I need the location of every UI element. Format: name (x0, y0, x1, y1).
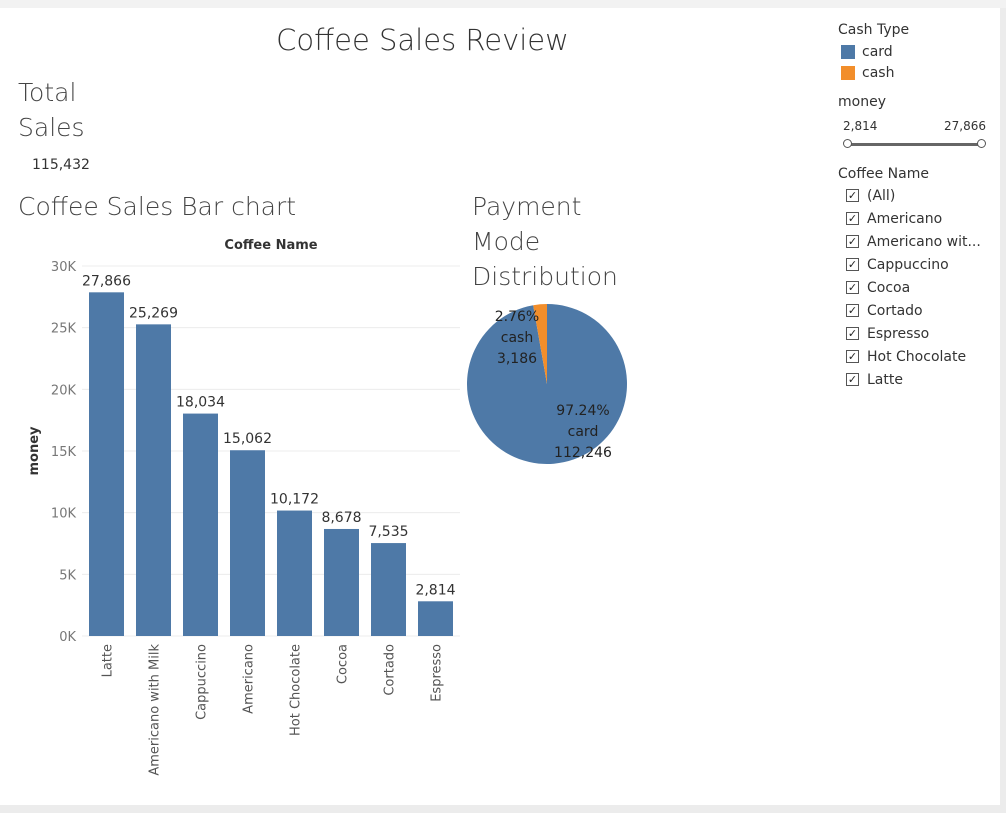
checkbox-icon[interactable]: ✓ (846, 212, 859, 225)
bar-value-label: 8,678 (321, 510, 361, 526)
y-tick-label: 15K (51, 445, 77, 460)
dashboard-title: Coffee Sales Review (276, 23, 569, 57)
money-slider-track[interactable] (838, 138, 988, 150)
money-filter-title: money (838, 94, 886, 110)
filter-item[interactable]: ✓ (All) (838, 184, 998, 207)
x-tick-label: Cortado (383, 644, 398, 696)
bar-value-label: 18,034 (176, 395, 225, 411)
checkbox-icon[interactable]: ✓ (846, 327, 859, 340)
money-max-label: 27,866 (944, 119, 986, 133)
filter-item-label: Cappuccino (867, 256, 949, 273)
x-tick-label: Latte (101, 644, 116, 677)
coffee-name-filter: Coffee Name ✓ (All) ✓ Americano ✓ Americano w… (838, 166, 998, 391)
pie-label-card: 97.24% (556, 403, 609, 419)
bar-value-label: 15,062 (223, 431, 272, 447)
bar-value-label: 25,269 (129, 305, 178, 321)
y-axis-title: money (27, 426, 42, 476)
x-tick-label: Espresso (430, 644, 445, 702)
bar-value-label: 10,172 (270, 492, 319, 508)
legend-swatch-cash (841, 65, 855, 80)
money-slider-line (844, 143, 982, 146)
bar[interactable] (324, 528, 359, 636)
y-tick-label: 25K (51, 322, 77, 337)
cash-type-legend: Cash Type card cash (838, 22, 998, 83)
pie-label-card: 112,246 (554, 445, 612, 461)
pie-label-card: card (568, 424, 599, 440)
checkbox-icon[interactable]: ✓ (846, 350, 859, 363)
filter-item-label: Americano (867, 210, 943, 227)
pie-label-cash: 2.76% (495, 309, 539, 325)
total-sales-value: 115,432 (32, 157, 90, 173)
x-tick-label: Americano with Milk (148, 644, 163, 776)
filter-item[interactable]: ✓ Hot Chocolate (838, 345, 998, 368)
checkbox-icon[interactable]: ✓ (846, 235, 859, 248)
pie-heading-line: Distribution (472, 262, 618, 291)
money-range-filter: money 2,814 27,866 (838, 94, 988, 150)
bar-value-label: 27,866 (82, 273, 131, 289)
bar[interactable] (136, 324, 171, 636)
legend-label: card (862, 43, 893, 60)
money-min-label: 2,814 (843, 119, 878, 133)
pie-chart[interactable]: 2.76% cash 3,186 97.24% card 112,246 (462, 296, 642, 476)
bar-value-label: 2,814 (415, 582, 455, 598)
bar[interactable] (418, 601, 453, 636)
coffee-filter-list: ✓ (All) ✓ Americano ✓ Americano wit... ✓ Cappuc… (838, 184, 998, 391)
checkbox-icon[interactable]: ✓ (846, 373, 859, 386)
filter-item[interactable]: ✓ Cappuccino (838, 253, 998, 276)
legend-item-card[interactable]: card (838, 41, 998, 62)
filter-item-label: Latte (867, 371, 903, 388)
checkbox-icon[interactable]: ✓ (846, 258, 859, 271)
filter-item[interactable]: ✓ Cocoa (838, 276, 998, 299)
y-tick-label: 10K (51, 507, 77, 522)
total-sales-heading: Total Sales (18, 75, 85, 145)
legend-swatch-card (841, 44, 855, 59)
y-tick-label: 5K (59, 568, 76, 583)
pie-heading-line: Payment (472, 192, 582, 221)
y-tick-label: 20K (51, 383, 77, 398)
filter-item[interactable]: ✓ Latte (838, 368, 998, 391)
pie-label-cash: 3,186 (497, 351, 537, 367)
pie-chart-heading: Payment Mode Distribution (472, 189, 618, 294)
x-tick-label: Cappuccino (195, 644, 210, 720)
x-tick-label: Cocoa (336, 644, 351, 684)
bar[interactable] (183, 413, 218, 636)
bar[interactable] (230, 450, 265, 636)
filter-item[interactable]: ✓ Americano wit... (838, 230, 998, 253)
x-axis-title: Coffee Name (224, 238, 317, 253)
total-sales-heading-line: Sales (18, 113, 85, 142)
filter-item-label: Cortado (867, 302, 923, 319)
pie-heading-line: Mode (472, 227, 541, 256)
legend-label: cash (862, 64, 895, 81)
x-tick-label: Hot Chocolate (289, 644, 304, 736)
filter-item[interactable]: ✓ Espresso (838, 322, 998, 345)
bar-value-label: 7,535 (368, 524, 408, 540)
checkbox-icon[interactable]: ✓ (846, 304, 859, 317)
bar[interactable] (89, 292, 124, 636)
filter-item-label: Cocoa (867, 279, 911, 296)
legend-item-cash[interactable]: cash (838, 62, 998, 83)
filter-item[interactable]: ✓ Americano (838, 207, 998, 230)
bar-chart-heading: Coffee Sales Bar chart (18, 192, 297, 221)
filter-item-label: Americano wit... (867, 233, 981, 250)
top-band (0, 0, 1006, 8)
filter-item-label: Hot Chocolate (867, 348, 967, 365)
bar-chart[interactable]: Coffee Name money 0K 5K 10K 15K 20K 25K 30K 27,86… (0, 230, 470, 800)
coffee-filter-title: Coffee Name (838, 166, 929, 182)
y-tick-label: 0K (59, 630, 76, 645)
y-tick-label: 30K (51, 260, 77, 275)
money-slider-min-handle[interactable] (843, 139, 852, 148)
checkbox-icon[interactable]: ✓ (846, 189, 859, 202)
money-slider-max-handle[interactable] (977, 139, 986, 148)
bar[interactable] (371, 543, 406, 636)
filter-item[interactable]: ✓ Cortado (838, 299, 998, 322)
legend-title: Cash Type (838, 22, 910, 38)
x-tick-label: Americano (242, 644, 257, 714)
checkbox-icon[interactable]: ✓ (846, 281, 859, 294)
filter-item-label: (All) (867, 187, 896, 204)
total-sales-heading-line: Total (18, 78, 77, 107)
filter-item-label: Espresso (867, 325, 930, 342)
pie-label-cash: cash (501, 330, 533, 346)
bar[interactable] (277, 510, 312, 636)
